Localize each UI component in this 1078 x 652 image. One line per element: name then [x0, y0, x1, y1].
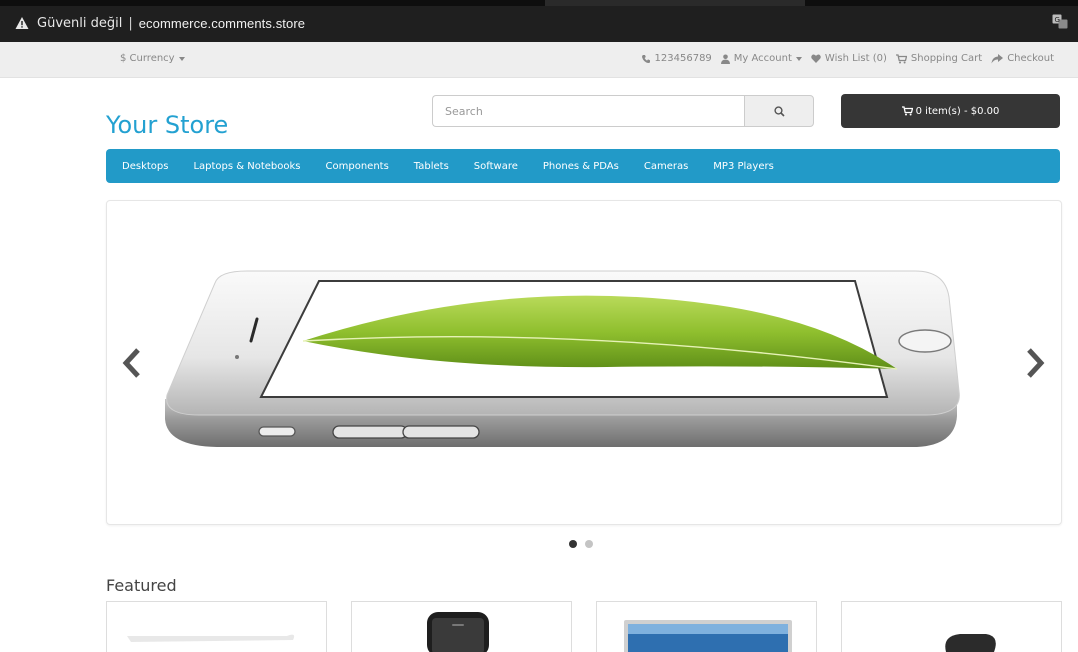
warning-icon — [15, 17, 29, 29]
account-links: 123456789 My Account Wish List (0) Shopp… — [641, 53, 1054, 64]
user-icon — [720, 54, 730, 64]
url-text[interactable]: ecommerce.comments.store — [139, 16, 305, 31]
security-indicator[interactable]: Güvenli değil | ecommerce.comments.store — [15, 13, 305, 33]
menu-item-laptops-notebooks[interactable]: Laptops & Notebooks — [193, 161, 300, 172]
security-label: Güvenli değil — [37, 15, 123, 31]
slide-dot-2[interactable] — [585, 540, 593, 548]
wish-list-label: Wish List (0) — [824, 53, 887, 64]
translate-icon[interactable]: G — [1052, 14, 1068, 29]
slide-pagination — [569, 540, 593, 548]
checkout-link[interactable]: Checkout — [991, 53, 1054, 64]
svg-text:G: G — [1055, 16, 1060, 24]
currency-dropdown[interactable]: $ Currency — [120, 53, 185, 64]
search-button[interactable] — [744, 95, 814, 127]
share-icon — [991, 53, 1004, 63]
product-image[interactable] — [107, 602, 326, 652]
menu-item-components[interactable]: Components — [326, 161, 389, 172]
browser-tab-strip — [0, 0, 1078, 6]
product-image[interactable] — [842, 602, 1061, 652]
search-bar — [432, 95, 814, 127]
currency-label: $ Currency — [120, 53, 175, 64]
caret-down-icon — [178, 56, 185, 61]
cart-total: 0 item(s) - $0.00 — [915, 105, 1000, 117]
slideshow — [106, 200, 1062, 525]
search-input[interactable] — [432, 95, 744, 127]
cart-icon — [895, 53, 907, 63]
slide-phone-image[interactable] — [107, 201, 1061, 524]
main-menu: Desktops Laptops & Notebooks Components … — [106, 149, 1060, 183]
product-image[interactable] — [352, 602, 571, 652]
phone-link[interactable]: 123456789 — [641, 53, 712, 64]
menu-item-desktops[interactable]: Desktops — [122, 161, 168, 172]
store-logo[interactable]: Your Store — [106, 111, 228, 139]
top-navigation: $ Currency 123456789 My Account Wish Lis… — [0, 42, 1078, 78]
phone-number: 123456789 — [654, 53, 712, 64]
cart-icon — [901, 106, 913, 116]
checkout-label: Checkout — [1007, 53, 1054, 64]
featured-product-card[interactable] — [351, 601, 572, 652]
shopping-cart-label: Shopping Cart — [910, 53, 983, 64]
featured-product-card[interactable] — [596, 601, 817, 652]
featured-product-card[interactable] — [841, 601, 1062, 652]
next-slide-arrow-icon[interactable] — [1023, 346, 1049, 380]
featured-product-card[interactable] — [106, 601, 327, 652]
url-separator: | — [128, 15, 133, 31]
browser-tab[interactable] — [545, 0, 805, 6]
product-image[interactable] — [597, 602, 816, 652]
prev-slide-arrow-icon[interactable] — [118, 346, 144, 380]
browser-address-bar: Güvenli değil | ecommerce.comments.store… — [0, 0, 1078, 42]
search-icon — [773, 105, 785, 117]
menu-item-phones-pdas[interactable]: Phones & PDAs — [543, 161, 619, 172]
my-account-dropdown[interactable]: My Account — [720, 53, 802, 64]
menu-item-cameras[interactable]: Cameras — [644, 161, 688, 172]
my-account-label: My Account — [733, 53, 792, 64]
menu-item-software[interactable]: Software — [474, 161, 518, 172]
featured-heading: Featured — [106, 576, 177, 595]
wish-list-link[interactable]: Wish List (0) — [811, 53, 887, 64]
cart-button[interactable]: 0 item(s) - $0.00 — [841, 94, 1060, 128]
menu-item-tablets[interactable]: Tablets — [414, 161, 449, 172]
caret-down-icon — [795, 56, 802, 61]
menu-item-mp3-players[interactable]: MP3 Players — [713, 161, 774, 172]
shopping-cart-link[interactable]: Shopping Cart — [895, 53, 983, 64]
phone-icon — [641, 54, 650, 63]
slide-dot-1[interactable] — [569, 540, 577, 548]
heart-icon — [811, 54, 821, 63]
